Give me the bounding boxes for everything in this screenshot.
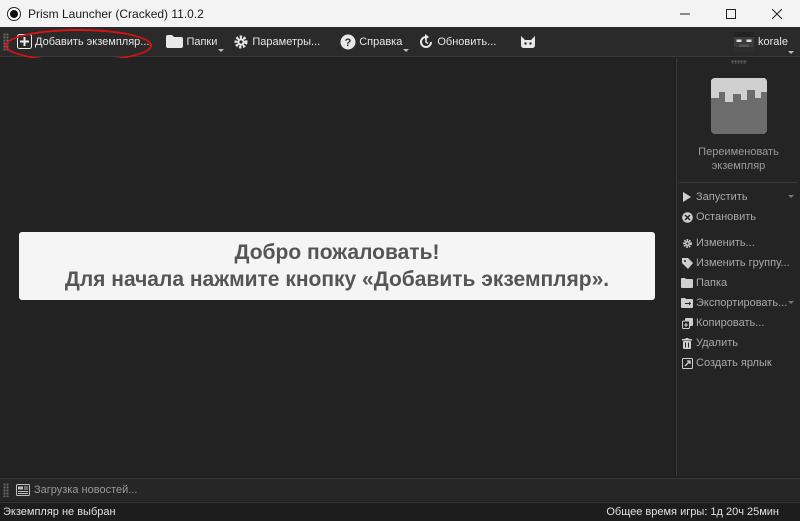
plus-icon [16,34,32,50]
gear-icon [681,237,693,249]
trash-icon [681,337,693,349]
main-toolbar: Добавить экземпляр... Папки Параметры...… [0,27,800,57]
shortcut-icon [681,357,693,369]
copy-icon [681,317,693,329]
news-toolbar: Загрузка новостей... [0,478,800,501]
folder-icon [681,277,693,289]
minimize-button[interactable] [662,0,708,27]
help-label: Справка [359,35,403,48]
status-selected-instance: Экземпляр не выбран [3,506,116,518]
change-group-label: Изменить группу... [696,257,790,269]
chevron-down-icon [218,48,225,52]
export-button[interactable]: Экспортировать... [677,293,800,313]
copy-button[interactable]: Копировать... [677,313,800,333]
welcome-line-2: Для начала нажмите кнопку «Добавить экзе… [64,268,610,291]
chevron-down-icon [403,48,410,52]
folder-label: Папка [696,277,728,289]
change-group-button[interactable]: Изменить группу... [677,253,800,273]
kill-label: Остановить [696,211,757,223]
status-total-playtime: Общее время игры: 1д 20ч 25мин [606,506,779,518]
add-instance-button[interactable]: Добавить экземпляр... [13,30,152,54]
refresh-icon [418,33,434,50]
toolbar-grip[interactable] [3,32,9,51]
update-label: Обновить... [437,35,497,48]
tag-icon [681,257,693,269]
stop-icon [681,211,693,223]
divider [679,182,798,183]
account-selector[interactable]: korale [734,31,794,54]
news-button[interactable]: Загрузка новостей... [16,484,137,496]
rename-instance-label[interactable]: Переименовать экземпляр [677,145,800,173]
chevron-down-icon [788,195,794,198]
title-bar: Prism Launcher (Cracked) 11.0.2 [0,0,800,27]
status-bar: Экземпляр не выбран Общее время игры: 1д… [0,502,800,521]
cat-icon [520,34,536,50]
play-icon [681,191,693,203]
chevron-down-icon [788,50,794,54]
maximize-icon [726,8,736,19]
help-icon: ? [340,34,356,50]
create-shortcut-button[interactable]: Создать ярлык [677,353,800,373]
window-controls [662,0,800,27]
minimize-icon [680,13,690,14]
update-button[interactable]: Обновить... [415,30,499,54]
instance-view[interactable]: Добро пожаловать! Для начала нажмите кно… [0,58,674,476]
news-label: Загрузка новостей... [34,484,138,496]
help-button[interactable]: ? Справка [337,30,410,54]
window-title: Prism Launcher (Cracked) 11.0.2 [28,6,204,21]
account-name: korale [758,35,788,48]
create-shortcut-label: Создать ярлык [696,357,772,369]
folder-icon [165,34,183,50]
kill-button[interactable]: Остановить [677,207,800,227]
copy-label: Копировать... [696,317,765,329]
gear-icon [233,34,249,50]
close-button[interactable] [754,0,800,27]
edit-label: Изменить... [696,237,755,249]
instance-icon[interactable] [710,78,767,134]
panel-grip[interactable] [730,60,747,64]
folders-label: Папки [186,35,218,48]
chevron-down-icon [788,301,794,304]
folder-button[interactable]: Папка [677,273,800,293]
app-icon [10,9,18,18]
settings-label: Параметры... [252,35,321,48]
add-instance-label: Добавить экземпляр... [35,35,150,48]
welcome-message: Добро пожаловать! Для начала нажмите кно… [19,232,655,300]
maximize-button[interactable] [708,0,754,27]
delete-button[interactable]: Удалить [677,333,800,353]
edit-instance-button[interactable]: Изменить... [677,233,800,253]
close-icon [772,8,782,19]
cat-button[interactable] [517,30,542,54]
launch-label: Запустить [696,191,748,203]
delete-label: Удалить [696,337,738,349]
news-icon [16,484,30,496]
welcome-line-1: Добро пожаловать! [234,241,440,264]
export-label: Экспортировать... [696,297,788,309]
launch-button[interactable]: Запустить [677,187,800,207]
avatar [734,31,755,52]
news-grip[interactable] [3,483,9,497]
export-icon [681,297,693,309]
settings-button[interactable]: Параметры... [230,30,323,54]
svg-text:?: ? [345,37,352,49]
instance-toolbar: Переименовать экземпляр Запустить Остано… [676,58,800,476]
folders-button[interactable]: Папки [162,30,225,54]
